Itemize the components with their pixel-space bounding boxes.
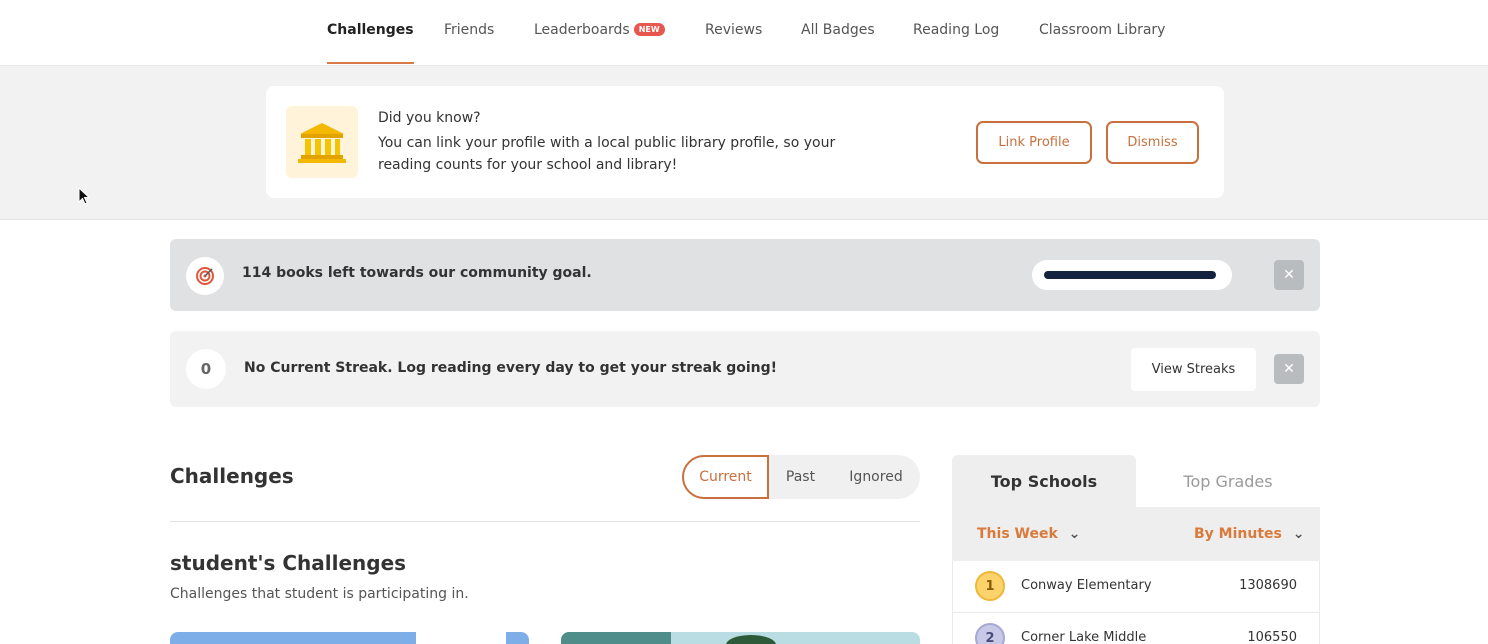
mouse-cursor-icon [78, 186, 91, 209]
close-icon: ✕ [1283, 267, 1295, 283]
chevron-down-icon: ⌄ [1292, 526, 1305, 542]
leaderboard-row[interactable]: 1 Conway Elementary 1308690 [953, 561, 1319, 613]
challenges-heading: Challenges [170, 464, 294, 488]
info-banner: Did you know? You can link your profile … [266, 86, 1224, 198]
tab-top-grades[interactable]: Top Grades [1136, 455, 1320, 507]
nav-tab-reading-log[interactable]: Reading Log [913, 22, 999, 64]
leaderboard-row[interactable]: 2 Corner Lake Middle 106550 [953, 613, 1319, 644]
leaderboard-filters: This Week ⌄ By Minutes ⌄ [952, 507, 1320, 561]
filter-current[interactable]: Current [682, 455, 769, 499]
rank-medal: 2 [975, 623, 1005, 644]
close-icon: ✕ [1283, 361, 1295, 377]
goal-text: 114 books left towards our community goa… [242, 265, 592, 281]
school-name: Corner Lake Middle [1021, 630, 1147, 644]
community-goal-bar: 114 books left towards our community goa… [170, 239, 1320, 311]
banner-title: Did you know? [378, 110, 481, 126]
close-streak-button[interactable]: ✕ [1274, 354, 1304, 384]
metric-dropdown[interactable]: By Minutes ⌄ [1194, 526, 1304, 542]
filter-ignored[interactable]: Ignored [832, 455, 920, 499]
divider [170, 521, 920, 522]
top-nav: Challenges Friends Leaderboards NEW Revie… [0, 0, 1488, 66]
challenge-card[interactable] [170, 632, 529, 644]
filter-past[interactable]: Past [769, 455, 832, 499]
student-challenges-heading: student's Challenges [170, 551, 407, 575]
info-banner-area: Did you know? You can link your profile … [0, 66, 1488, 220]
tab-top-schools[interactable]: Top Schools [952, 455, 1136, 507]
goal-progress-fill [1044, 271, 1216, 279]
new-badge: NEW [633, 23, 665, 36]
link-profile-button[interactable]: Link Profile [976, 121, 1092, 164]
nav-tab-classroom-library[interactable]: Classroom Library [1039, 22, 1165, 64]
chevron-down-icon: ⌄ [1068, 526, 1081, 542]
period-dropdown[interactable]: This Week ⌄ [977, 526, 1080, 542]
school-score: 106550 [1247, 630, 1297, 644]
dismiss-button[interactable]: Dismiss [1106, 121, 1199, 164]
target-icon [186, 257, 224, 295]
rank-medal: 1 [975, 571, 1005, 601]
streak-text: No Current Streak. Log reading every day… [244, 360, 778, 376]
close-goal-button[interactable]: ✕ [1274, 260, 1304, 290]
view-streaks-button[interactable]: View Streaks [1131, 348, 1256, 391]
challenge-card[interactable] [561, 632, 920, 644]
nav-tab-challenges[interactable]: Challenges [327, 22, 414, 64]
leaderboard-list: 1 Conway Elementary 1308690 2 Corner Lak… [952, 561, 1320, 644]
school-score: 1308690 [1239, 578, 1297, 593]
school-name: Conway Elementary [1021, 578, 1152, 593]
streak-count: 0 [186, 349, 226, 389]
nav-tab-reviews[interactable]: Reviews [705, 22, 762, 64]
challenge-filter: Current Past Ignored [682, 455, 920, 499]
streak-bar: 0 No Current Streak. Log reading every d… [170, 331, 1320, 407]
leaderboard-tabs: Top Schools Top Grades [952, 455, 1320, 507]
banner-text: You can link your profile with a local p… [378, 135, 836, 173]
nav-tab-all-badges[interactable]: All Badges [801, 22, 875, 64]
nav-tab-leaderboards[interactable]: Leaderboards NEW [534, 22, 665, 64]
library-building-icon [286, 106, 358, 178]
nav-tab-friends[interactable]: Friends [444, 22, 494, 64]
student-challenges-subtitle: Challenges that student is participating… [170, 586, 469, 602]
goal-progress-bar [1032, 260, 1232, 290]
